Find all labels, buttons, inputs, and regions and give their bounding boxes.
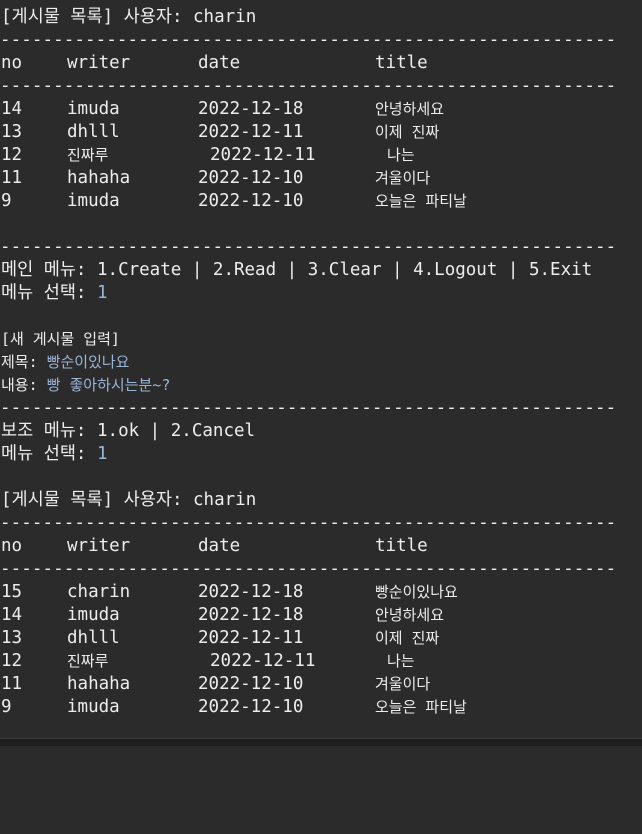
row-title: 겨울이다: [375, 169, 431, 187]
row-no: 14: [1, 605, 23, 625]
row-no: 15: [1, 582, 23, 602]
separator: ----------------------------------------…: [0, 398, 616, 418]
column-title: title: [375, 53, 428, 73]
menu-selection-line: 메뉴 선택: 1: [1, 443, 108, 466]
row-no: 14: [1, 99, 23, 119]
column-writer: writer: [67, 53, 131, 73]
sub-menu-line: 보조 메뉴: 1.ok | 2.Cancel: [1, 421, 256, 441]
row-date: 2022-12-10: [198, 674, 304, 694]
post-title-prompt: 제목:: [1, 353, 47, 371]
row-title: 겨울이다: [375, 675, 431, 693]
row-title: 빵순이있나요: [375, 583, 458, 601]
row-date: 2022-12-11: [198, 628, 304, 648]
column-date: date: [198, 536, 241, 556]
row-date: 2022-12-11: [198, 122, 304, 142]
row-title: 나는: [387, 146, 415, 164]
row-date: 2022-12-11: [210, 651, 316, 671]
menu-selection-line: 메뉴 선택: 1: [1, 282, 108, 305]
table-row: 11 hahaha 2022-12-10 겨울이다: [1, 167, 430, 190]
table-row: 12 진짜루 2022-12-11 나는: [1, 144, 415, 167]
row-writer: charin: [67, 582, 131, 602]
table-row: 13 dhlll 2022-12-11 이제 진짜: [1, 121, 439, 144]
column-writer: writer: [67, 536, 131, 556]
new-post-header: [새 게시물 입력]: [1, 330, 120, 348]
table-row: 9 imuda 2022-12-10 오늘은 파티날: [1, 696, 467, 719]
row-date: 2022-12-18: [198, 582, 304, 602]
row-no: 13: [1, 628, 23, 648]
row-writer: imuda: [67, 605, 120, 625]
separator: ----------------------------------------…: [0, 559, 616, 579]
column-headers: no writer date title: [1, 52, 428, 75]
row-title: 오늘은 파티날: [375, 698, 467, 716]
separator: ----------------------------------------…: [0, 30, 616, 50]
terminal-output: [게시물 목록] 사용자: charin -------------------…: [0, 0, 642, 746]
row-writer: imuda: [67, 697, 120, 717]
row-writer: hahaha: [67, 674, 131, 694]
row-date: 2022-12-18: [198, 99, 304, 119]
row-writer: 진짜루: [67, 146, 109, 164]
table-row: 9 imuda 2022-12-10 오늘은 파티날: [1, 190, 467, 213]
row-writer: dhlll: [67, 628, 120, 648]
column-headers: no writer date title: [1, 535, 428, 558]
row-no: 13: [1, 122, 23, 142]
table-row: 12 진짜루 2022-12-11 나는: [1, 650, 415, 673]
row-no: 11: [1, 168, 23, 188]
main-menu-line: 메인 메뉴: 1.Create | 2.Read | 3.Clear | 4.L…: [1, 260, 593, 280]
row-no: 12: [1, 145, 23, 165]
post-title-input: 빵순이있나요: [46, 353, 130, 371]
table-row: 14 imuda 2022-12-18 안녕하세요: [1, 604, 444, 627]
row-no: 11: [1, 674, 23, 694]
column-no: no: [1, 53, 23, 73]
list-header: [게시물 목록] 사용자: charin: [1, 7, 257, 27]
row-writer: dhlll: [67, 122, 120, 142]
row-date: 2022-12-18: [198, 605, 304, 625]
separator: ----------------------------------------…: [0, 76, 616, 96]
row-date: 2022-12-10: [198, 697, 304, 717]
table-row: 11 hahaha 2022-12-10 겨울이다: [1, 673, 430, 696]
column-no: no: [1, 536, 23, 556]
post-title-line: 제목: 빵순이있나요: [1, 351, 129, 374]
row-title: 안녕하세요: [375, 100, 445, 118]
table-row: 15 charin 2022-12-18 빵순이있나요: [1, 581, 458, 604]
menu-selection-prompt: 메뉴 선택:: [1, 444, 98, 464]
row-title: 오늘은 파티날: [375, 192, 467, 210]
row-date: 2022-12-11: [210, 145, 316, 165]
row-title: 이제 진짜: [375, 629, 440, 647]
row-no: 9: [1, 697, 12, 717]
row-writer: imuda: [67, 99, 120, 119]
menu-selection-input: 1: [97, 444, 108, 464]
row-title: 이제 진짜: [375, 123, 440, 141]
row-title: 나는: [387, 652, 415, 670]
row-title: 안녕하세요: [375, 606, 445, 624]
menu-selection-input: 1: [97, 283, 108, 303]
row-writer: imuda: [67, 191, 120, 211]
table-row: 13 dhlll 2022-12-11 이제 진짜: [1, 627, 439, 650]
post-content-line: 내용: 빵 좋아하시는분~?: [1, 374, 170, 397]
list-header: [게시물 목록] 사용자: charin: [1, 490, 257, 510]
post-content-prompt: 내용:: [1, 376, 47, 394]
separator: ----------------------------------------…: [0, 237, 616, 257]
post-content-input: 빵 좋아하시는분~?: [46, 376, 171, 394]
row-writer: 진짜루: [67, 652, 109, 670]
column-title: title: [375, 536, 428, 556]
row-no: 12: [1, 651, 23, 671]
row-writer: hahaha: [67, 168, 131, 188]
menu-selection-prompt: 메뉴 선택:: [1, 283, 98, 303]
table-row: 14 imuda 2022-12-18 안녕하세요: [1, 98, 444, 121]
separator: ----------------------------------------…: [0, 513, 616, 533]
column-date: date: [198, 53, 241, 73]
row-no: 9: [1, 191, 12, 211]
row-date: 2022-12-10: [198, 191, 304, 211]
row-date: 2022-12-10: [198, 168, 304, 188]
